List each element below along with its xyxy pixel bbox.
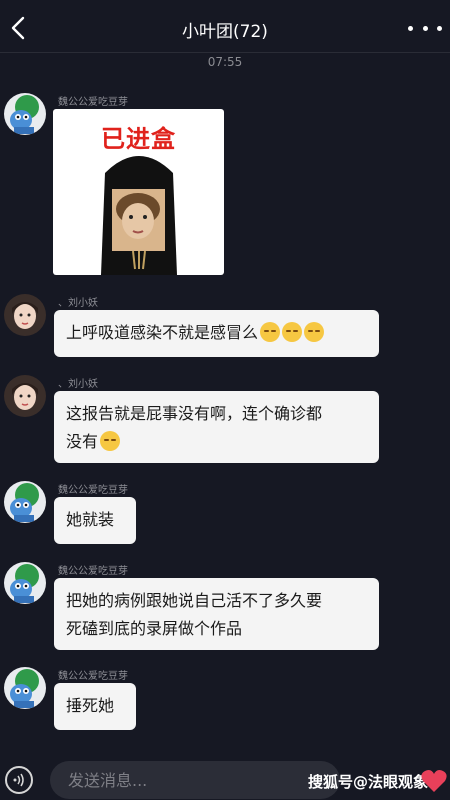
message-bubble[interactable]: 上呼吸道感染不就是感冒么 — [54, 310, 379, 357]
avatar[interactable] — [4, 562, 46, 604]
avatar-photo-icon — [4, 375, 46, 417]
watermark: 搜狐号@法眼观象 — [308, 773, 429, 791]
sleepy-emoji-icon — [100, 431, 121, 451]
avatar[interactable] — [4, 375, 46, 417]
chat-title: 小叶团(72) — [182, 22, 268, 42]
more-dot-icon — [408, 25, 413, 31]
sticker-image[interactable]: 已进盒 — [53, 109, 224, 275]
avatar[interactable] — [4, 667, 46, 709]
sender-name: 魏公公爱吃豆芽 — [58, 566, 128, 577]
message-bubble[interactable]: 她就装 — [54, 497, 136, 544]
message-text-line: 没有 — [66, 432, 99, 451]
sender-name: 魏公公爱吃豆芽 — [58, 97, 128, 108]
avatar-cartoon-icon — [4, 481, 46, 523]
message-text-line: 把她的病例跟她说自己活不了多久要 — [66, 591, 323, 610]
heart-icon[interactable] — [420, 768, 448, 794]
sleepy-emoji-icon — [282, 322, 303, 342]
sender-name: 、刘小妖 — [58, 298, 98, 309]
sender-name: 魏公公爱吃豆芽 — [58, 485, 128, 496]
message-bubble[interactable]: 把她的病例跟她说自己活不了多久要 死磕到底的录屏做个作品 — [54, 578, 379, 650]
more-options-button[interactable] — [408, 18, 442, 38]
sleepy-emoji-icon — [304, 322, 325, 342]
message-text-line: 这报告就是屁事没有啊，连个确诊都 — [66, 404, 323, 423]
avatar-cartoon-icon — [4, 667, 46, 709]
more-dot-icon — [437, 25, 442, 31]
message-text-line: 死磕到底的录屏做个作品 — [66, 619, 243, 638]
message-bubble[interactable]: 这报告就是屁事没有啊，连个确诊都 没有 — [54, 391, 379, 463]
avatar[interactable] — [4, 481, 46, 523]
message-text: 她就装 — [66, 510, 115, 529]
message-input[interactable] — [50, 761, 340, 799]
message-bubble[interactable]: 捶死她 — [54, 683, 136, 730]
sleepy-emoji-icon — [260, 322, 281, 342]
voice-button[interactable] — [5, 766, 33, 794]
avatar-cartoon-icon — [4, 93, 46, 135]
more-dot-icon — [422, 25, 428, 31]
voice-wave-icon — [13, 773, 24, 787]
message-text: 捶死她 — [66, 696, 115, 715]
avatar-cartoon-icon — [4, 562, 46, 604]
chat-header: 小叶团(72) — [0, 0, 450, 56]
avatar[interactable] — [4, 93, 46, 135]
header-divider — [0, 52, 450, 53]
message-timestamp: 07:55 — [207, 55, 243, 69]
avatar[interactable] — [4, 294, 46, 336]
avatar-photo-icon — [4, 294, 46, 336]
sender-name: 魏公公爱吃豆芽 — [58, 671, 128, 682]
message-text: 上呼吸道感染不就是感冒么 — [66, 323, 259, 342]
sender-name: 、刘小妖 — [58, 379, 98, 390]
coffin-figure-icon — [101, 156, 177, 275]
